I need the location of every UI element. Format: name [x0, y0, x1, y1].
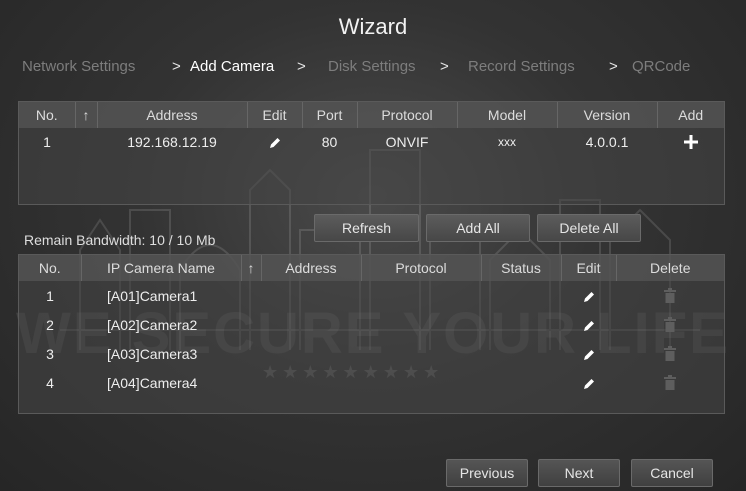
pencil-icon	[583, 349, 594, 360]
sort-up-icon[interactable]: ↑	[75, 102, 98, 128]
col-edit: Edit	[247, 102, 303, 128]
pencil-icon	[583, 291, 594, 302]
add-camera-button[interactable]	[657, 128, 724, 156]
col-address[interactable]: Address	[261, 255, 362, 281]
col-protocol[interactable]: Protocol	[361, 255, 482, 281]
col-address[interactable]: Address	[97, 102, 248, 128]
pencil-icon	[583, 320, 594, 331]
step-separator: >	[440, 58, 449, 75]
trash-icon	[664, 288, 676, 304]
edit-button[interactable]	[561, 368, 616, 397]
col-version[interactable]: Version	[557, 102, 658, 128]
pencil-icon	[269, 138, 280, 149]
col-ip-camera-name[interactable]: IP Camera Name	[81, 255, 242, 281]
col-status[interactable]: Status	[481, 255, 562, 281]
trash-icon	[664, 346, 676, 362]
cell-model: xxx	[498, 135, 516, 149]
table-row[interactable]: 3 [A03]Camera3	[19, 339, 724, 368]
cell-no: 1	[43, 134, 51, 150]
refresh-button[interactable]: Refresh	[314, 214, 419, 242]
col-add: Add	[657, 102, 724, 128]
col-port[interactable]: Port	[302, 102, 358, 128]
edit-button[interactable]	[247, 128, 302, 156]
cell-camera-name: [A04]Camera4	[107, 374, 198, 391]
cell-camera-name: [A01]Camera1	[107, 287, 198, 304]
cell-port: 80	[321, 134, 338, 150]
window-title: Wizard	[338, 14, 408, 39]
step-separator: >	[172, 58, 181, 75]
table-row[interactable]: 1 [A01]Camera1	[19, 281, 724, 310]
step-network-settings[interactable]: Network Settings	[22, 58, 135, 75]
col-no[interactable]: No.	[19, 255, 82, 281]
step-qrcode[interactable]: QRCode	[632, 58, 690, 75]
plus-icon	[683, 135, 698, 150]
table-row[interactable]: 2 [A02]Camera2	[19, 310, 724, 339]
col-edit: Edit	[561, 255, 617, 281]
added-cameras-panel: No. IP Camera Name ↑ Address Protocol St…	[18, 254, 725, 414]
search-results-panel: No. ↑ Address Edit Port Protocol Model V…	[18, 101, 725, 205]
add-all-button[interactable]: Add All	[426, 214, 530, 242]
edit-button[interactable]	[561, 310, 616, 339]
delete-button[interactable]	[616, 281, 724, 310]
step-add-camera[interactable]: Add Camera	[190, 58, 274, 75]
search-results-table: No. ↑ Address Edit Port Protocol Model V…	[19, 102, 724, 156]
sort-up-icon[interactable]: ↑	[241, 255, 262, 281]
col-model[interactable]: Model	[457, 102, 558, 128]
cell-address: 192.168.12.19	[127, 134, 217, 150]
pencil-icon	[583, 378, 594, 389]
col-protocol[interactable]: Protocol	[357, 102, 458, 128]
edit-button[interactable]	[561, 339, 616, 368]
step-separator: >	[297, 58, 306, 75]
cell-protocol: ONVIF	[385, 134, 429, 150]
step-disk-settings[interactable]: Disk Settings	[328, 58, 416, 75]
remain-bandwidth: Remain Bandwidth: 10 / 10 Mb	[24, 232, 216, 248]
col-no[interactable]: No.	[19, 102, 76, 128]
added-cameras-table: No. IP Camera Name ↑ Address Protocol St…	[19, 255, 724, 397]
cancel-button[interactable]: Cancel	[631, 459, 713, 487]
cell-no: 3	[46, 345, 54, 362]
delete-button[interactable]	[616, 339, 724, 368]
cell-no: 2	[46, 316, 54, 333]
trash-icon	[664, 375, 676, 391]
cell-no: 4	[46, 374, 54, 391]
step-record-settings[interactable]: Record Settings	[468, 58, 575, 75]
cell-version: 4.0.0.1	[585, 134, 629, 150]
cell-camera-name: [A02]Camera2	[107, 316, 198, 333]
delete-all-button[interactable]: Delete All	[537, 214, 641, 242]
trash-icon	[664, 317, 676, 333]
cell-camera-name: [A03]Camera3	[107, 345, 198, 362]
wizard-window: WE SECURE YOUR LIFE ★★★★★★★★★ Wizard Net…	[0, 0, 746, 491]
edit-button[interactable]	[561, 281, 616, 310]
delete-button[interactable]	[616, 310, 724, 339]
table-row[interactable]: 4 [A04]Camera4	[19, 368, 724, 397]
next-button[interactable]: Next	[538, 459, 620, 487]
table-row[interactable]: 1 192.168.12.19 80 ONVIF xxx 4.0.0.1	[19, 128, 724, 156]
col-delete: Delete	[616, 255, 724, 281]
previous-button[interactable]: Previous	[446, 459, 528, 487]
delete-button[interactable]	[616, 368, 724, 397]
cell-no: 1	[46, 287, 54, 304]
step-separator: >	[609, 58, 618, 75]
